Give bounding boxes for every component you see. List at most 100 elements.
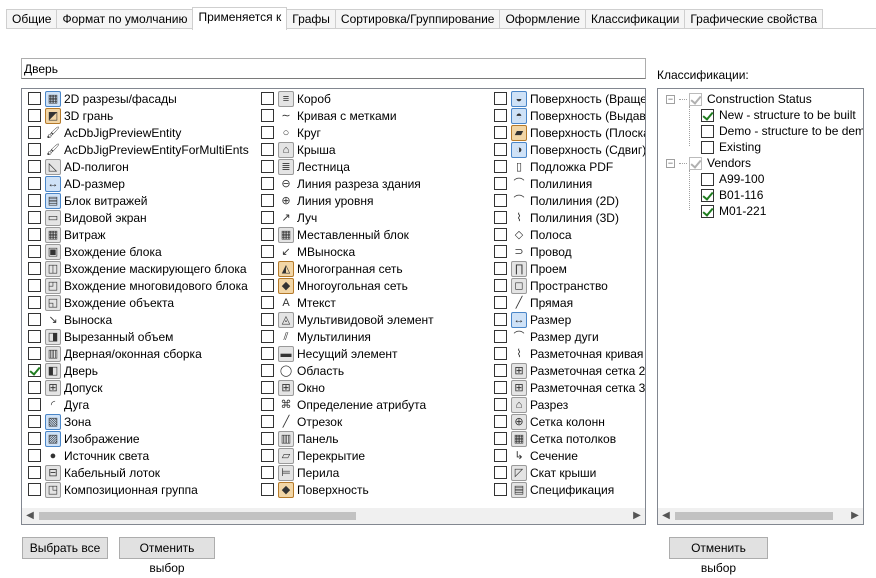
collapse-icon[interactable]: −	[666, 158, 675, 168]
list-item[interactable]: ○ Круг	[258, 124, 498, 141]
item-checkbox[interactable]	[28, 228, 41, 241]
list-item[interactable]: ● Источник света	[25, 447, 265, 464]
list-item[interactable]: ▬ Несущий элемент	[258, 345, 498, 362]
item-checkbox[interactable]	[261, 415, 274, 428]
list-item[interactable]: ◺ AD-полигон	[25, 158, 265, 175]
list-item[interactable]: ▧ Зона	[25, 413, 265, 430]
list-item[interactable]: ◨ Вырезанный объем	[25, 328, 265, 345]
item-checkbox[interactable]	[261, 279, 274, 292]
tab-1[interactable]: Формат по умолчанию	[56, 9, 194, 29]
tree-checkbox[interactable]	[701, 188, 714, 202]
list-item[interactable]: ◒ Поверхность (Вращен	[491, 90, 645, 107]
list-item[interactable]: ▤ Спецификация	[491, 481, 645, 498]
item-checkbox[interactable]	[28, 279, 41, 292]
list-item[interactable]: ▨ Изображение	[25, 430, 265, 447]
item-checkbox[interactable]	[494, 364, 507, 377]
list-item[interactable]: ◑ Поверхность (Сдвиг)	[491, 141, 645, 158]
list-item[interactable]: ▥ Дверная/оконная сборка	[25, 345, 265, 362]
item-checkbox[interactable]	[261, 160, 274, 173]
item-checkbox[interactable]	[494, 330, 507, 343]
list-item[interactable]: ▦ 2D разрезы/фасады	[25, 90, 265, 107]
list-item[interactable]: ▤ Блок витражей	[25, 192, 265, 209]
tab-3[interactable]: Графы	[286, 9, 336, 29]
tree-checkbox[interactable]	[701, 108, 714, 122]
item-checkbox[interactable]	[494, 245, 507, 258]
filter-input[interactable]	[21, 58, 646, 79]
tree-group-node[interactable]: − Construction Status	[666, 91, 812, 107]
item-checkbox[interactable]	[494, 279, 507, 292]
list-item[interactable]: ⊞ Допуск	[25, 379, 265, 396]
scroll-right-icon[interactable]: ▶	[629, 508, 645, 524]
tab-6[interactable]: Классификации	[584, 9, 686, 29]
classifications-tree[interactable]: − Construction Status New - structure to b…	[657, 88, 864, 525]
item-checkbox[interactable]	[28, 262, 41, 275]
item-checkbox[interactable]	[494, 262, 507, 275]
item-checkbox[interactable]	[28, 415, 41, 428]
item-checkbox[interactable]	[261, 228, 274, 241]
list-item[interactable]: ◳ Композиционная группа	[25, 481, 265, 498]
select-all-button[interactable]: Выбрать все	[22, 537, 108, 559]
list-item[interactable]: ↙ МВыноска	[258, 243, 498, 260]
list-item[interactable]: ◭ Многогранная сеть	[258, 260, 498, 277]
tree-checkbox[interactable]	[701, 204, 714, 218]
tab-0[interactable]: Общие	[6, 9, 58, 29]
tab-7[interactable]: Графические свойства	[684, 9, 824, 29]
list-item[interactable]: ◸ Скат крыши	[491, 464, 645, 481]
list-item[interactable]: ⌒ Полилиния (2D)	[491, 192, 645, 209]
list-item[interactable]: ⌇ Полилиния (3D)	[491, 209, 645, 226]
collapse-icon[interactable]: −	[666, 94, 675, 104]
list-item[interactable]: ◆ Поверхность	[258, 481, 498, 498]
item-checkbox[interactable]	[261, 466, 274, 479]
item-checkbox[interactable]	[28, 313, 41, 326]
list-item[interactable]: ◩ 3D грань	[25, 107, 265, 124]
item-checkbox[interactable]	[28, 347, 41, 360]
list-item[interactable]: ⊞ Разметочная сетка 3D	[491, 379, 645, 396]
tab-2[interactable]: Применяется к	[192, 7, 288, 30]
classifications-deselect-button[interactable]: Отменить выбор	[669, 537, 768, 575]
item-checkbox[interactable]	[494, 415, 507, 428]
item-checkbox[interactable]	[261, 347, 274, 360]
item-checkbox[interactable]	[494, 347, 507, 360]
list-item[interactable]: ◇ Полоса	[491, 226, 645, 243]
list-item[interactable]: ╱ Прямая	[491, 294, 645, 311]
list-item[interactable]: ⌂ Разрез	[491, 396, 645, 413]
tab-4[interactable]: Сортировка/Группирование	[334, 9, 501, 29]
list-item[interactable]: ▭ Видовой экран	[25, 209, 265, 226]
item-checkbox[interactable]	[494, 398, 507, 411]
item-checkbox[interactable]	[261, 398, 274, 411]
list-item[interactable]: ⌒ Полилиния	[491, 175, 645, 192]
list-item[interactable]: ◬ Мультивидовой элемент	[258, 311, 498, 328]
item-checkbox[interactable]	[28, 245, 41, 258]
tree-leaf-node[interactable]: New - structure to be built	[701, 107, 856, 123]
list-item[interactable]: ↘ Выноска	[25, 311, 265, 328]
list-item[interactable]: ⌇ Разметочная кривая	[491, 345, 645, 362]
item-checkbox[interactable]	[261, 381, 274, 394]
list-item[interactable]: ▥ Панель	[258, 430, 498, 447]
list-item[interactable]: 🖌 AcDbJigPreviewEntity	[25, 124, 265, 141]
list-item[interactable]: ≡ Короб	[258, 90, 498, 107]
item-checkbox[interactable]	[28, 466, 41, 479]
item-checkbox[interactable]	[494, 483, 507, 496]
list-item[interactable]: ◫ Вхождение маскирующего блока	[25, 260, 265, 277]
item-checkbox[interactable]	[261, 432, 274, 445]
tree-checkbox[interactable]	[701, 124, 714, 138]
item-checkbox[interactable]	[261, 109, 274, 122]
list-item[interactable]: ▯ Подложка PDF	[491, 158, 645, 175]
item-checkbox[interactable]	[494, 109, 507, 122]
item-checkbox[interactable]	[261, 92, 274, 105]
list-item[interactable]: ↔ AD-размер	[25, 175, 265, 192]
item-checkbox[interactable]	[28, 432, 41, 445]
list-item[interactable]: ▱ Перекрытие	[258, 447, 498, 464]
tree-horizontal-scrollbar[interactable]: ◀ ▶	[658, 508, 863, 524]
list-item[interactable]: ↔ Размер	[491, 311, 645, 328]
item-checkbox[interactable]	[261, 483, 274, 496]
item-checkbox[interactable]	[494, 160, 507, 173]
item-checkbox[interactable]	[28, 398, 41, 411]
list-item[interactable]: ⌘ Определение атрибута	[258, 396, 498, 413]
list-item[interactable]: ⊕ Сетка колонн	[491, 413, 645, 430]
item-checkbox[interactable]	[261, 126, 274, 139]
list-item[interactable]: ⌒ Размер дуги	[491, 328, 645, 345]
list-item[interactable]: ◰ Вхождение многовидового блока	[25, 277, 265, 294]
item-checkbox[interactable]	[494, 381, 507, 394]
item-checkbox[interactable]	[494, 313, 507, 326]
